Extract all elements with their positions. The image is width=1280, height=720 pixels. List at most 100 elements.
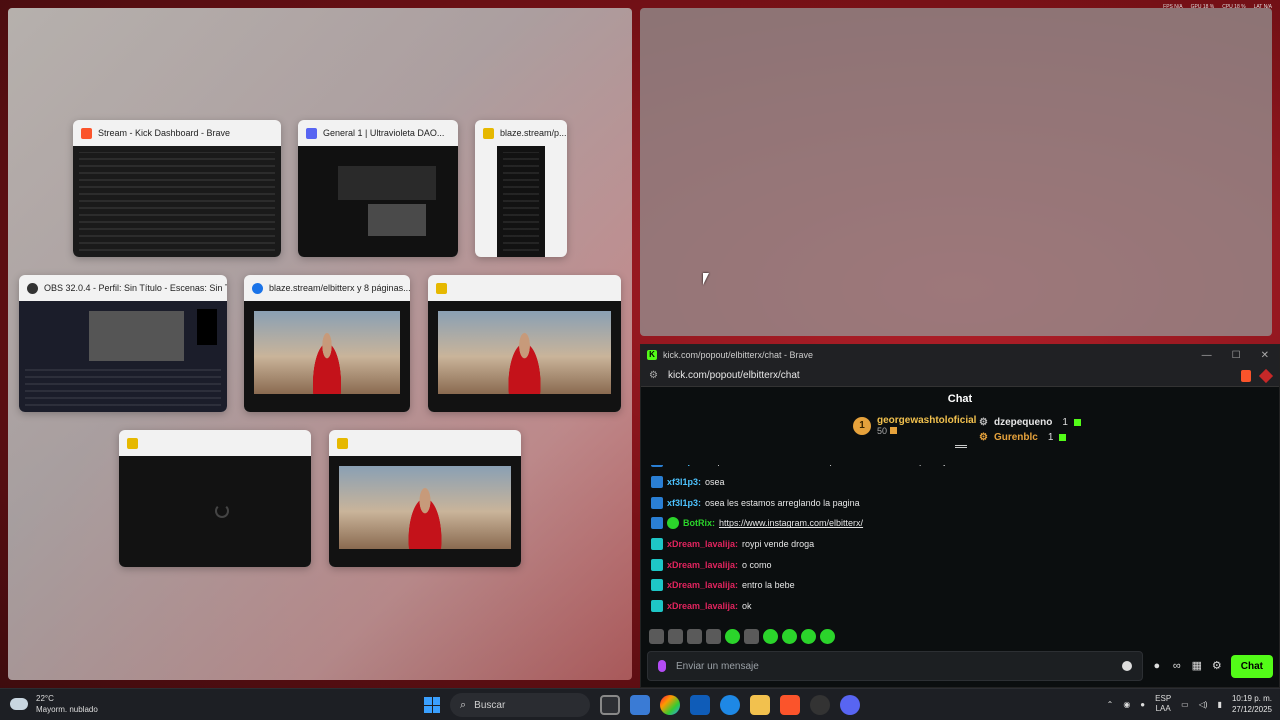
site-settings-icon[interactable]: ⚙ [649, 370, 658, 381]
user-badge-icon [651, 538, 663, 551]
chat-message: xDream_lavalija: entro la bebe [641, 575, 1279, 596]
user-badge-icon [651, 579, 663, 592]
copilot-icon[interactable] [660, 695, 680, 715]
gear-icon[interactable]: ⚙ [1211, 660, 1223, 672]
window-thumb-blaze-stream-1[interactable] [428, 275, 621, 412]
battery-icon[interactable]: ▮ [1218, 700, 1222, 709]
performance-overlay: FPS N/A GPU 18 % CPU 18 % LAT N/A [1163, 4, 1272, 10]
window-thumb-blaze-stream-elbitterx[interactable]: blaze.stream/elbitterx y 8 páginas... [244, 275, 410, 412]
chat-username[interactable]: xf3l1p3: [667, 465, 701, 466]
gifter-count: 1 [1047, 432, 1054, 443]
webcam-preview [339, 466, 511, 549]
brave-rewards-icon[interactable] [1258, 368, 1274, 383]
chat-text: entro la bebe [742, 580, 795, 591]
user-badge-icon [651, 465, 663, 468]
chat-username[interactable]: xf3l1p3: [667, 498, 701, 508]
url-text[interactable]: kick.com/popout/elbitterx/chat [668, 370, 800, 381]
user-badge-icon [651, 476, 663, 489]
chat-link[interactable]: https://www.instagram.com/elbitterx/ [719, 518, 863, 528]
brave-app-icon[interactable] [780, 695, 800, 715]
emote-icon[interactable] [763, 629, 778, 644]
language-indicator[interactable]: ESP LAA [1155, 694, 1171, 714]
collapse-icon[interactable] [955, 445, 967, 448]
chat-username[interactable]: xDream_lavalija: [667, 539, 738, 549]
loading-spinner-icon [215, 504, 229, 518]
window-thumb-kick-dashboard[interactable]: Stream - Kick Dashboard - Brave [73, 120, 281, 257]
window-thumb-obs[interactable]: OBS 32.0.4 - Perfil: Sin Título - Escena… [19, 275, 227, 412]
emote-icon[interactable] [687, 629, 702, 644]
widgets-icon[interactable] [630, 695, 650, 715]
microphone-tray-icon[interactable]: ● [1140, 700, 1145, 709]
obs-icon [27, 282, 38, 294]
taskbar: 22°C Mayorm. nublado ⌕ Buscar ⌃ ◉ ● ESP … [0, 688, 1280, 720]
close-icon[interactable]: ✕ [1261, 350, 1269, 361]
gifter-badge-icon: ⚙ [979, 417, 988, 428]
volume-icon[interactable]: ◁) [1199, 700, 1208, 709]
taskbar-search[interactable]: ⌕ Buscar [450, 693, 590, 717]
send-chat-button[interactable]: Chat [1230, 654, 1273, 678]
store-icon[interactable]: ▦ [1191, 660, 1203, 672]
discord-app-icon[interactable] [840, 695, 860, 715]
emote-icon[interactable] [706, 629, 721, 644]
maximize-icon[interactable]: ☐ [1232, 350, 1241, 361]
edge-app-icon[interactable] [720, 695, 740, 715]
chat-message: xDream_lavalija: ok [641, 596, 1279, 617]
gifter-name[interactable]: Gurenblc [994, 432, 1038, 443]
snap-empty-zone[interactable] [640, 8, 1272, 336]
emote-icon[interactable] [820, 629, 835, 644]
store-app-icon[interactable] [690, 695, 710, 715]
webcam-preview [438, 311, 611, 394]
user-badge-icon [651, 600, 663, 613]
gifter-name[interactable]: dzepequeno [994, 417, 1052, 428]
clock[interactable]: 10:19 p. m. 27/12/2025 [1232, 693, 1272, 715]
search-icon: ⌕ [460, 698, 467, 711]
window-thumb-discord[interactable]: General 1 | Ultravioleta DAO... [298, 120, 458, 257]
wifi-settings-icon[interactable]: ◉ [1123, 700, 1130, 709]
chat-message: xDream_lavalija: roypi vende droga [641, 534, 1279, 555]
emote-icon[interactable] [744, 629, 759, 644]
window-title: Stream - Kick Dashboard - Brave [98, 128, 231, 138]
top-gifter-name[interactable]: georgewashtoloficial [877, 415, 976, 426]
chat-input[interactable]: Enviar un mensaje [647, 651, 1143, 681]
emote-icon[interactable] [782, 629, 797, 644]
kicks-icon[interactable]: ● [1151, 660, 1163, 672]
microphone-icon[interactable] [658, 660, 666, 672]
infinity-icon[interactable]: ∞ [1171, 660, 1183, 672]
chat-header-title: Chat [947, 393, 973, 405]
window-preview [329, 456, 521, 567]
emoji-icon[interactable] [1121, 661, 1132, 671]
chat-username[interactable]: BotRix: [683, 518, 715, 528]
chevron-up-icon[interactable]: ⌃ [1107, 700, 1114, 709]
chat-username[interactable]: xDream_lavalija: [667, 580, 738, 590]
emote-icon[interactable] [725, 629, 740, 644]
chat-username[interactable]: xf3l1p3: [667, 477, 701, 487]
minimize-icon[interactable]: — [1202, 350, 1212, 361]
chat-username[interactable]: xDream_lavalija: [667, 560, 738, 570]
emote-icon[interactable] [801, 629, 816, 644]
file-explorer-icon[interactable] [750, 695, 770, 715]
chat-username[interactable]: xDream_lavalija: [667, 601, 738, 611]
gifter-badge-icon: ⚙ [979, 432, 988, 443]
search-label: Buscar [474, 699, 506, 711]
emote-icon[interactable] [668, 629, 683, 644]
snap-assist-panel: Stream - Kick Dashboard - Brave General … [8, 8, 632, 680]
user-badge-icon [651, 496, 663, 509]
window-thumb-blaze-stream-2[interactable] [119, 430, 311, 567]
window-preview [244, 301, 410, 412]
window-title: kick.com/popout/elbitterx/chat - Brave [663, 350, 814, 360]
window-thumb-blaze-stream-3[interactable] [329, 430, 521, 567]
gifter-count: 1 [1062, 417, 1068, 428]
chat-text: osea [705, 477, 725, 488]
obs-app-icon[interactable] [810, 695, 830, 715]
user-badge-icon [651, 558, 663, 571]
weather-widget[interactable]: 22°C Mayorm. nublado [10, 693, 98, 715]
windows-start-icon[interactable] [424, 697, 440, 713]
emote-icon[interactable] [649, 629, 664, 644]
chat-message: xf3l1p3: osea les estamos arreglando la p… [641, 492, 1279, 513]
window-thumb-blaze-stream-p[interactable]: blaze.stream/p... [475, 120, 567, 257]
chat-text: roypi vende droga [742, 539, 815, 550]
brave-shields-icon[interactable] [1241, 369, 1251, 382]
task-view-icon[interactable] [600, 695, 620, 715]
network-icon[interactable]: ▭ [1181, 700, 1189, 709]
window-preview [497, 146, 545, 257]
